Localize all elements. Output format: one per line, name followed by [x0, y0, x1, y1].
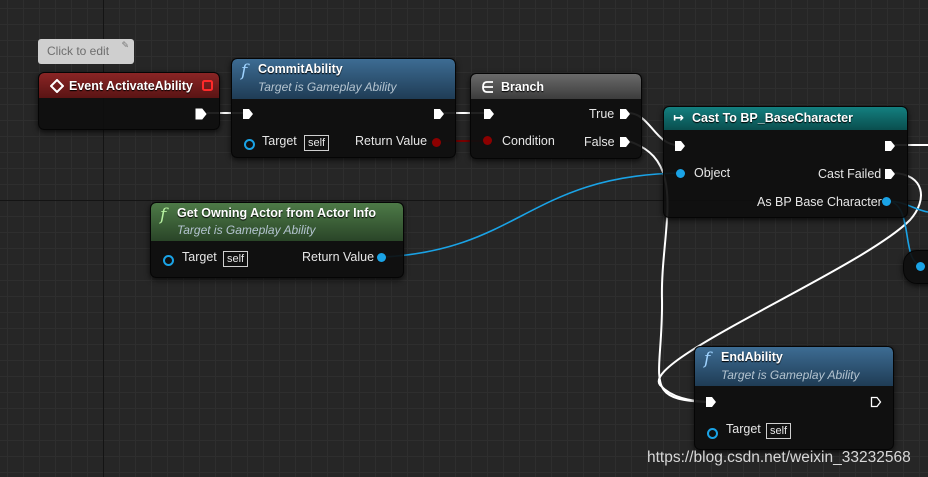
- branch-true-label: True: [589, 107, 615, 121]
- event-activate-ability-node[interactable]: Event ActivateAbility: [38, 72, 220, 130]
- object-wire-owner-cast: [382, 172, 682, 258]
- owning-node-subtitle: Target is Gameplay Ability: [177, 223, 316, 237]
- event-node-title: Event ActivateAbility: [69, 79, 193, 93]
- branch-false-label: False: [584, 135, 615, 149]
- cast-object-pin[interactable]: [676, 169, 685, 178]
- end-node-subtitle: Target is Gameplay Ability: [721, 368, 860, 382]
- event-exec-out-pin[interactable]: [195, 108, 207, 120]
- end-self-box: self: [766, 423, 792, 439]
- commit-target-label: Target: [262, 134, 297, 148]
- pure-function-icon: f: [160, 205, 167, 225]
- get-owning-actor-node[interactable]: f Get Owning Actor from Actor Info Targe…: [150, 202, 404, 278]
- commit-return-pin[interactable]: [432, 138, 441, 147]
- event-diamond-icon: [50, 79, 64, 93]
- cast-node-header: ↦ Cast To BP_BaseCharacter: [664, 107, 907, 130]
- end-exec-out-pin[interactable]: [870, 396, 882, 408]
- cast-as-label: As BP Base Character: [757, 195, 882, 209]
- commit-exec-in-pin[interactable]: [242, 108, 254, 120]
- commit-node-subtitle: Target is Gameplay Ability: [258, 80, 397, 94]
- owning-return-pin[interactable]: [377, 253, 386, 262]
- commit-self-box: self: [304, 135, 330, 151]
- branch-condition-pin[interactable]: [483, 136, 492, 145]
- click-to-edit-label: Click to edit: [47, 44, 110, 58]
- end-target-pin[interactable]: [707, 428, 718, 439]
- branch-icon: [482, 81, 493, 93]
- commit-node-header: f CommitAbility Target is Gameplay Abili…: [232, 59, 455, 99]
- branch-true-pin[interactable]: [619, 108, 631, 120]
- owning-node-title: Get Owning Actor from Actor Info: [177, 206, 377, 220]
- pin-icon[interactable]: ✎: [121, 40, 129, 51]
- commit-ability-node[interactable]: f CommitAbility Target is Gameplay Abili…: [231, 58, 456, 158]
- commit-node-title: CommitAbility: [258, 62, 343, 76]
- commit-target-pin[interactable]: [244, 139, 255, 150]
- owning-target-label: Target: [182, 250, 217, 264]
- click-to-edit-bubble[interactable]: Click to edit ✎: [38, 39, 134, 64]
- branch-node-title: Branch: [501, 80, 545, 94]
- owning-node-header: f Get Owning Actor from Actor Info Targe…: [151, 203, 403, 241]
- branch-node-header: Branch: [471, 74, 641, 99]
- cast-node-title: Cast To BP_BaseCharacter: [692, 111, 853, 125]
- cast-to-base-character-node[interactable]: ↦ Cast To BP_BaseCharacter Object Cast F…: [663, 106, 908, 218]
- cast-exec-in-pin[interactable]: [674, 140, 686, 152]
- branch-false-pin[interactable]: [619, 136, 631, 148]
- function-icon: f: [704, 349, 711, 369]
- function-icon: f: [241, 61, 248, 81]
- cast-as-pin[interactable]: [882, 197, 891, 206]
- owning-return-label: Return Value: [302, 250, 375, 264]
- cast-failed-label: Cast Failed: [818, 167, 882, 181]
- commit-exec-out-pin[interactable]: [433, 108, 445, 120]
- cast-exec-out-pin[interactable]: [884, 140, 896, 152]
- branch-node[interactable]: Branch True Condition False: [470, 73, 642, 159]
- end-exec-in-pin[interactable]: [705, 396, 717, 408]
- owning-self-box: self: [223, 251, 249, 267]
- offscreen-node-partial[interactable]: [903, 250, 928, 284]
- end-node-header: f EndAbility Target is Gameplay Ability: [695, 347, 893, 386]
- cast-object-label: Object: [694, 166, 731, 180]
- branch-exec-in-pin[interactable]: [483, 108, 495, 120]
- end-node-title: EndAbility: [721, 350, 783, 364]
- end-target-label: Target: [726, 422, 761, 436]
- cast-failed-pin[interactable]: [884, 168, 896, 180]
- event-node-header: Event ActivateAbility: [39, 73, 219, 98]
- offscreen-node-pin[interactable]: [916, 262, 925, 271]
- commit-return-label: Return Value: [355, 134, 428, 148]
- owning-target-pin[interactable]: [163, 255, 174, 266]
- end-ability-node[interactable]: f EndAbility Target is Gameplay Ability …: [694, 346, 894, 450]
- cast-arrow-icon: ↦: [673, 110, 684, 125]
- branch-condition-label: Condition: [502, 134, 555, 148]
- event-delegate-pin-icon[interactable]: [202, 80, 214, 92]
- watermark-url: https://blog.csdn.net/weixin_33232568: [647, 449, 911, 466]
